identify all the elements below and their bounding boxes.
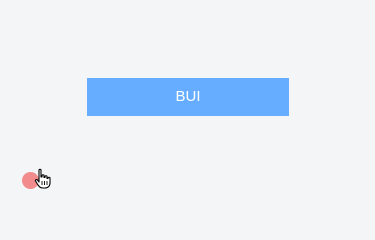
hand-pointer-icon bbox=[34, 168, 51, 189]
canvas: BUI bbox=[0, 0, 375, 200]
bui-button[interactable]: BUI bbox=[87, 78, 289, 116]
